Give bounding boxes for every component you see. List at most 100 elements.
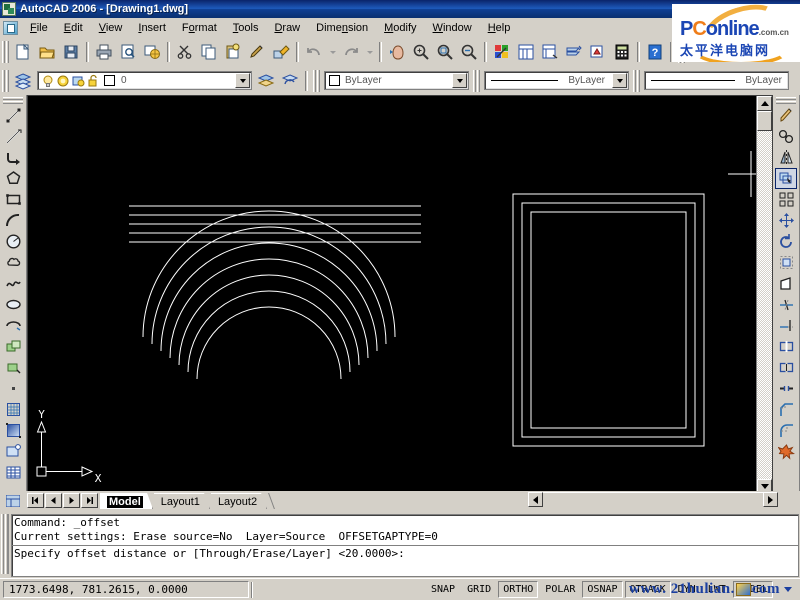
- menu-format[interactable]: Format: [174, 20, 225, 36]
- tab-scroll-right-button[interactable]: [763, 492, 778, 507]
- vertical-scroll-thumb[interactable]: [757, 111, 772, 131]
- tab-model[interactable]: Model: [100, 493, 153, 509]
- toolbar-grip[interactable]: [313, 69, 320, 92]
- make-block-icon[interactable]: [2, 357, 24, 378]
- fillet-icon[interactable]: [775, 420, 797, 441]
- region-icon[interactable]: [2, 441, 24, 462]
- status-polar-toggle[interactable]: POLAR: [540, 581, 580, 598]
- publish-icon[interactable]: [141, 41, 163, 63]
- command-text-area[interactable]: Command: _offset Current settings: Erase…: [11, 514, 799, 577]
- new-icon[interactable]: [12, 41, 34, 63]
- tab-layout2[interactable]: Layout2: [210, 493, 268, 509]
- plot-preview-icon[interactable]: [117, 41, 139, 63]
- stretch-icon[interactable]: [775, 273, 797, 294]
- linetype-combo[interactable]: ByLayer: [484, 71, 629, 90]
- markup-set-manager-icon[interactable]: [587, 41, 609, 63]
- zoom-window-icon[interactable]: [434, 41, 456, 63]
- canvas-vertical-scrollbar[interactable]: [756, 96, 772, 494]
- explode-icon[interactable]: [775, 441, 797, 462]
- ellipse-icon[interactable]: [2, 294, 24, 315]
- toolbar-grip[interactable]: [776, 97, 796, 104]
- line-icon[interactable]: [2, 105, 24, 126]
- menu-insert[interactable]: Insert: [130, 20, 174, 36]
- chevron-down-icon[interactable]: [235, 73, 250, 88]
- revision-cloud-icon[interactable]: [2, 252, 24, 273]
- document-system-icon[interactable]: [3, 20, 18, 35]
- properties-icon[interactable]: [491, 41, 513, 63]
- command-prompt[interactable]: Specify offset distance or [Through/Eras…: [14, 547, 796, 561]
- next-tab-icon[interactable]: [63, 493, 80, 508]
- circle-icon[interactable]: [2, 231, 24, 252]
- trim-icon[interactable]: [775, 294, 797, 315]
- color-combo[interactable]: ByLayer: [324, 71, 469, 90]
- lineweight-combo[interactable]: ByLayer: [644, 71, 789, 90]
- menu-modify[interactable]: Modify: [376, 20, 424, 36]
- layer-combo[interactable]: 0: [37, 71, 252, 90]
- rotate-icon[interactable]: [775, 231, 797, 252]
- break-at-point-icon[interactable]: [775, 357, 797, 378]
- point-icon[interactable]: [2, 378, 24, 399]
- paste-icon[interactable]: [222, 41, 244, 63]
- undo-icon[interactable]: [303, 41, 325, 63]
- scroll-up-button[interactable]: [757, 96, 772, 111]
- designcenter-icon[interactable]: [515, 41, 537, 63]
- tab-layout1[interactable]: Layout1: [153, 493, 210, 509]
- arc-icon[interactable]: [2, 210, 24, 231]
- polygon-icon[interactable]: [2, 168, 24, 189]
- insert-block-icon[interactable]: [2, 336, 24, 357]
- extend-icon[interactable]: [775, 315, 797, 336]
- sheet-set-manager-icon[interactable]: [563, 41, 585, 63]
- menu-draw[interactable]: Draw: [266, 20, 308, 36]
- layer-properties-manager-icon[interactable]: [12, 70, 34, 92]
- offset-icon[interactable]: [775, 168, 797, 189]
- redo-dropdown-icon[interactable]: [364, 41, 375, 63]
- pan-realtime-icon[interactable]: [386, 41, 408, 63]
- table-icon[interactable]: [2, 462, 24, 483]
- spline-icon[interactable]: [2, 273, 24, 294]
- previous-tab-icon[interactable]: [45, 493, 62, 508]
- status-ortho-toggle[interactable]: ORTHO: [498, 581, 539, 598]
- toolbar-grip[interactable]: [633, 69, 640, 92]
- undo-dropdown-icon[interactable]: [327, 41, 338, 63]
- plot-icon[interactable]: [93, 41, 115, 63]
- status-snap-toggle[interactable]: SNAP: [426, 581, 460, 598]
- scale-icon[interactable]: [775, 252, 797, 273]
- status-osnap-toggle[interactable]: OSNAP: [582, 581, 623, 598]
- construction-line-icon[interactable]: [2, 126, 24, 147]
- block-editor-icon[interactable]: [270, 41, 292, 63]
- rectangle-icon[interactable]: [2, 189, 24, 210]
- menu-help[interactable]: Help: [480, 20, 519, 36]
- copy-object-icon[interactable]: [775, 126, 797, 147]
- tab-strip-scrollbar[interactable]: [528, 492, 778, 508]
- drawing-canvas[interactable]: Y X: [27, 95, 773, 510]
- command-window-grip[interactable]: [1, 514, 9, 574]
- toolbar-grip[interactable]: [473, 69, 480, 92]
- tab-scroll-left-button[interactable]: [528, 492, 543, 507]
- toolbar-grip[interactable]: [2, 40, 9, 63]
- ellipse-arc-icon[interactable]: [2, 315, 24, 336]
- zoom-previous-icon[interactable]: [458, 41, 480, 63]
- toolbar-grip[interactable]: [3, 97, 23, 104]
- cut-icon[interactable]: [174, 41, 196, 63]
- save-icon[interactable]: [60, 41, 82, 63]
- move-icon[interactable]: [775, 210, 797, 231]
- first-tab-icon[interactable]: [27, 493, 44, 508]
- gradient-icon[interactable]: [2, 420, 24, 441]
- make-object-layer-current-icon[interactable]: [255, 70, 277, 92]
- last-tab-icon[interactable]: [81, 493, 98, 508]
- menu-tools[interactable]: Tools: [225, 20, 267, 36]
- menu-window[interactable]: Window: [425, 20, 480, 36]
- help-icon[interactable]: ?: [644, 41, 666, 63]
- menu-dimension[interactable]: Dimension: [308, 20, 376, 36]
- menu-view[interactable]: View: [91, 20, 131, 36]
- mirror-icon[interactable]: [775, 147, 797, 168]
- coordinates-display[interactable]: 1773.6498, 781.2615, 0.0000: [3, 581, 249, 598]
- tool-palettes-icon[interactable]: [539, 41, 561, 63]
- array-icon[interactable]: [775, 189, 797, 210]
- open-icon[interactable]: [36, 41, 58, 63]
- toolbar-grip[interactable]: [2, 69, 9, 92]
- redo-icon[interactable]: [340, 41, 362, 63]
- menu-file[interactable]: FFileile: [22, 20, 56, 36]
- polyline-icon[interactable]: [2, 147, 24, 168]
- chevron-down-icon[interactable]: [452, 73, 467, 88]
